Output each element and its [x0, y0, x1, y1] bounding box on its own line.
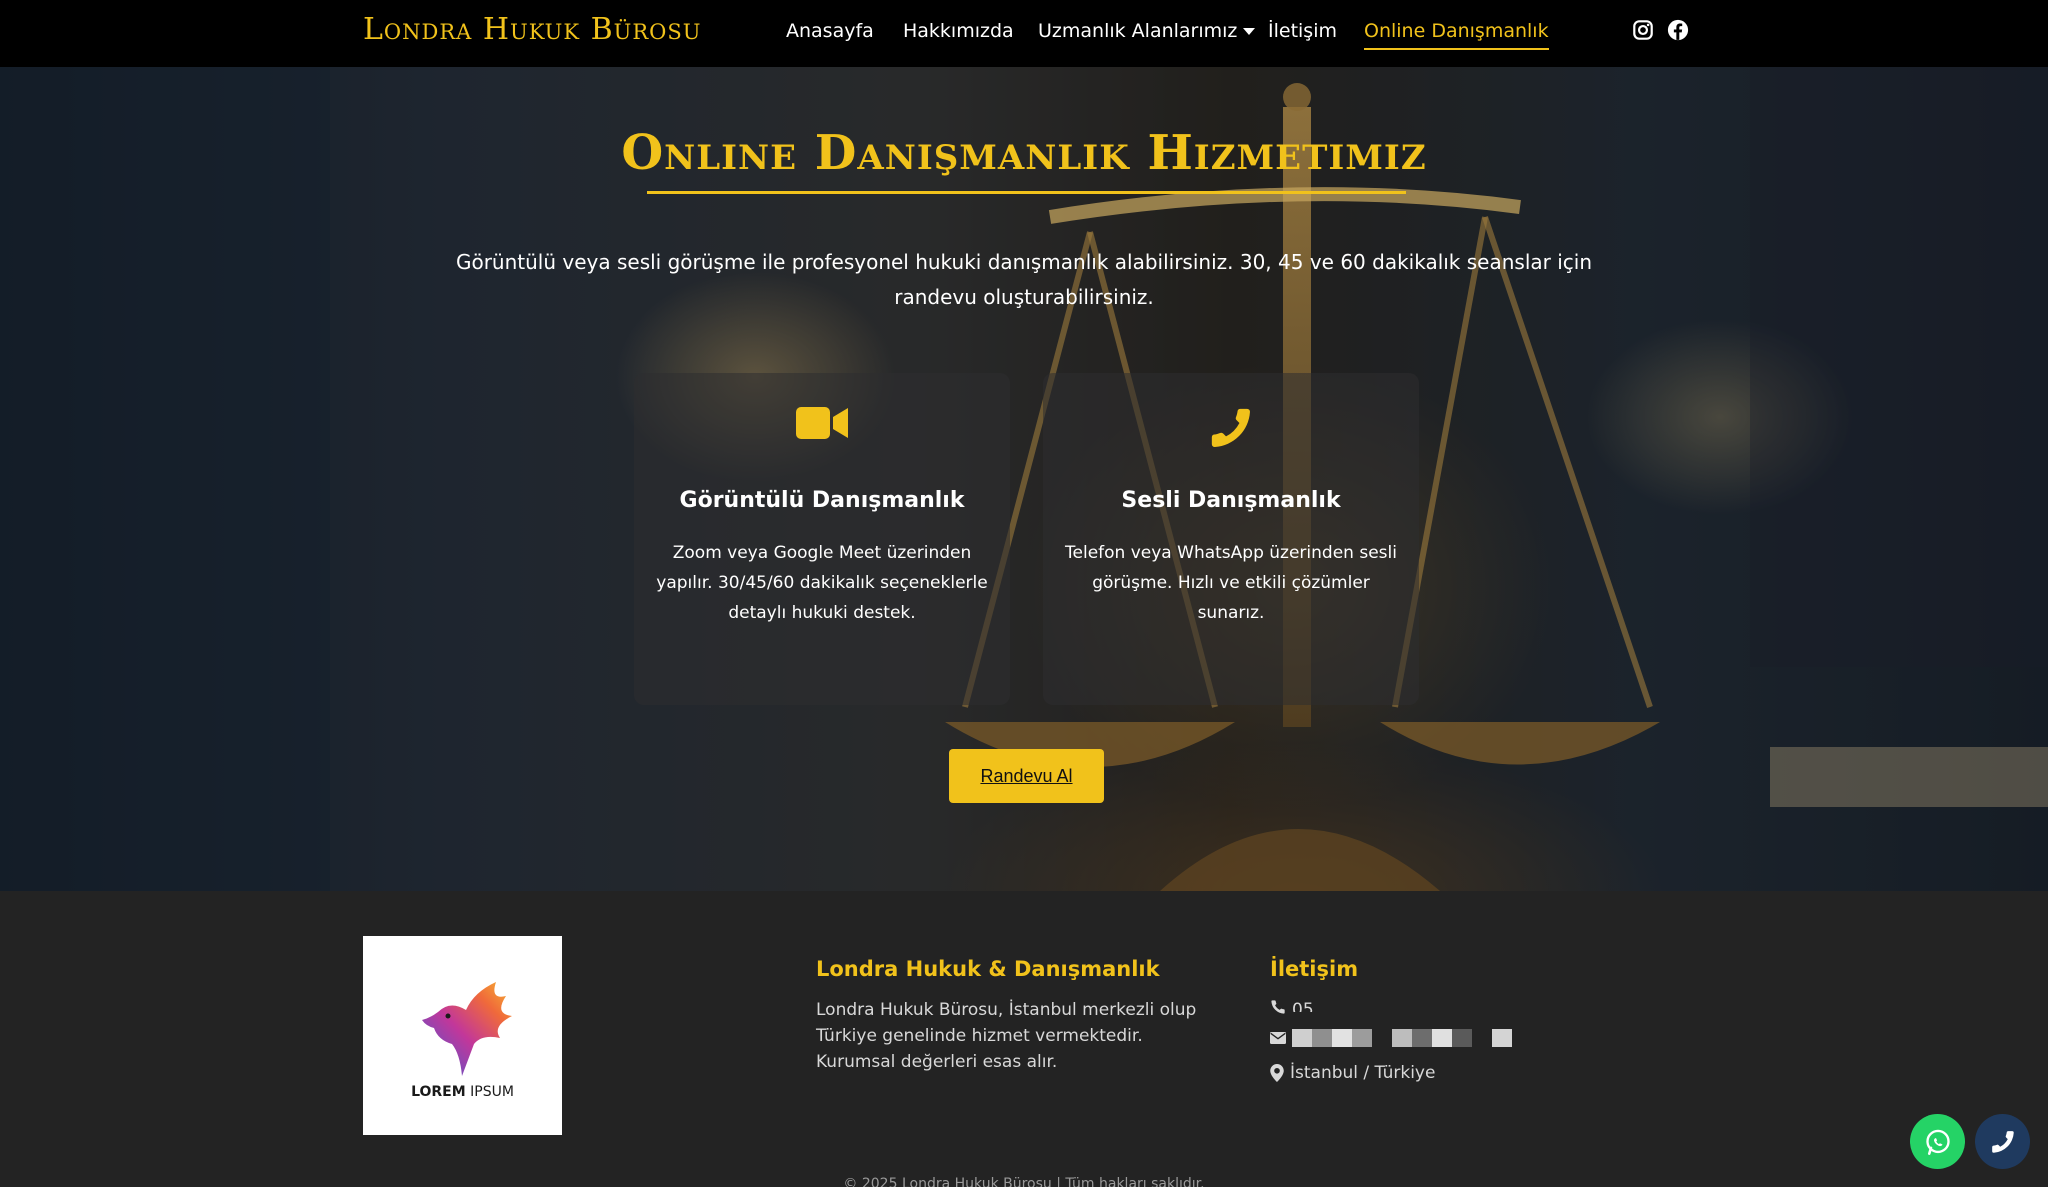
instagram-icon[interactable]: [1632, 19, 1654, 41]
footer: LOREM IPSUM Londra Hukuk & Danışmanlık L…: [0, 891, 2048, 1187]
envelope-icon: [1270, 1032, 1286, 1044]
logo-text: LOREM IPSUM: [411, 1084, 514, 1100]
contact-heading: İletişim: [1270, 957, 1359, 981]
nav-item-online-consulting[interactable]: Online Danışmanlık: [1364, 20, 1549, 50]
facebook-icon[interactable]: [1667, 19, 1689, 41]
video-consulting-card: Görüntülü Danışmanlık Zoom veya Google M…: [634, 373, 1010, 705]
card-title: Sesli Danışmanlık: [1121, 488, 1341, 513]
nav-item-practice-areas-label: Uzmanlık Alanlarımız: [1038, 20, 1238, 42]
footer-phone[interactable]: 05: [1270, 999, 1314, 1015]
call-button[interactable]: [1975, 1114, 2030, 1169]
whatsapp-icon: [1925, 1129, 1950, 1155]
nav-item-practice-areas[interactable]: Uzmanlık Alanlarımız: [1038, 20, 1256, 42]
caret-down-icon: [1243, 28, 1256, 35]
hero-description: Görüntülü veya sesli görüşme ile profesy…: [455, 250, 1593, 309]
phone-icon: [1271, 1000, 1285, 1014]
about-heading: Londra Hukuk & Danışmanlık: [816, 957, 1160, 981]
about-text: Londra Hukuk Bürosu, İstanbul merkezli o…: [816, 1000, 1197, 1072]
navbar: Londra Hukuk Bürosu Anasayfa Hakkımızda …: [0, 0, 2048, 67]
phone-number: 05: [1292, 1002, 1314, 1012]
copyright-text: © 2025 Londra Hukuk Bürosu | Tüm hakları…: [843, 1176, 1205, 1187]
location-pin-icon: [1270, 1064, 1284, 1082]
nav-item-contact[interactable]: İletişim: [1268, 20, 1337, 42]
address-text: İstanbul / Türkiye: [1290, 1063, 1436, 1083]
bird-logo-icon: [422, 982, 512, 1076]
phone-icon: [1991, 1130, 2014, 1153]
page-title: Online Danışmanlık Hizmetimiz: [621, 125, 1427, 181]
nav-item-home[interactable]: Anasayfa: [786, 20, 874, 42]
whatsapp-button[interactable]: [1910, 1114, 1965, 1169]
title-underline: [647, 191, 1406, 194]
card-title: Görüntülü Danışmanlık: [679, 488, 965, 513]
company-logo: LOREM IPSUM: [363, 936, 562, 1135]
brand-logo-text[interactable]: Londra Hukuk Bürosu: [363, 12, 701, 47]
book-appointment-button[interactable]: Randevu Al: [949, 749, 1104, 803]
card-text: Zoom veya Google Meet üzerinden yapılır.…: [656, 543, 988, 623]
phone-icon: [1208, 405, 1254, 455]
video-camera-icon: [796, 405, 848, 445]
footer-address: İstanbul / Türkiye: [1270, 1063, 1435, 1083]
voice-consulting-card: Sesli Danışmanlık Telefon veya WhatsApp …: [1043, 373, 1419, 705]
nav-item-about[interactable]: Hakkımızda: [903, 20, 1014, 42]
footer-email[interactable]: [1270, 1029, 1512, 1047]
hero-section: Online Danışmanlık Hizmetimiz Görüntülü …: [0, 67, 2048, 891]
email-redacted: [1292, 1029, 1512, 1047]
card-text: Telefon veya WhatsApp üzerinden sesli gö…: [1065, 543, 1397, 623]
